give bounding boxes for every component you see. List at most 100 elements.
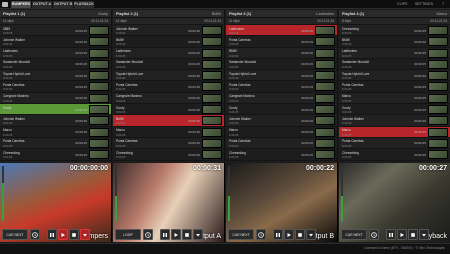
clip-row[interactable]: Punta Carretas 0:00:25 00:00:25 xyxy=(339,137,450,150)
clip-duration: 0:00:25 xyxy=(342,98,352,103)
clock-button[interactable] xyxy=(256,229,266,240)
clip-row[interactable]: Johnnie Walker 0:00:30 00:00:30 xyxy=(113,25,224,37)
pause-button[interactable] xyxy=(386,229,396,240)
settings-menu[interactable]: SETTINGS xyxy=(415,1,433,8)
clip-length: 00:00:30 xyxy=(188,73,200,78)
clip-row[interactable]: Ladbrokes 0:00:25 00:00:25 xyxy=(113,47,224,59)
audio-meter xyxy=(115,166,117,221)
clock-button[interactable] xyxy=(143,229,153,240)
clip-row[interactable]: Toyota Hybrid Love 0:00:30 00:00:30 xyxy=(339,70,450,82)
stop-button[interactable] xyxy=(295,229,305,240)
clip-row[interactable]: Johnnie Walker 0:00:30 00:00:30 xyxy=(0,115,111,127)
clip-row[interactable]: Cheeseking 0:00:25 00:00:25 xyxy=(339,149,450,161)
help-icon[interactable]: ? xyxy=(442,1,444,8)
clip-name: Toyota Hybrid Love xyxy=(342,71,370,76)
playlist-total-duration: 00:11:21:24 xyxy=(204,19,221,23)
clip-row[interactable]: 0889 0:00:25 00:00:25 xyxy=(0,25,111,37)
clip-row[interactable]: Cheeseking 0:00:25 00:00:25 xyxy=(113,149,224,161)
clip-row[interactable]: Punta Carretas 0:00:25 00:00:25 xyxy=(113,81,224,93)
play-button[interactable] xyxy=(171,229,181,240)
clip-row[interactable]: Johnnie Walker 0:00:30 00:00:30 xyxy=(339,115,450,127)
stop-button[interactable] xyxy=(182,229,192,240)
clip-row[interactable]: Santander Moodoit 0:00:25 00:00:25 xyxy=(113,58,224,71)
clip-row[interactable]: Punta Carretas 0:00:25 00:00:25 xyxy=(339,81,450,93)
clip-row[interactable]: Carignole Maximo 0:00:25 00:00:25 xyxy=(113,92,224,105)
play-button[interactable] xyxy=(284,229,294,240)
clock-button[interactable] xyxy=(369,229,379,240)
play-button[interactable] xyxy=(397,229,407,240)
clips-menu[interactable]: CLIPS xyxy=(397,1,407,8)
clip-row[interactable]: Ladbrokes 0:00:25 00:00:25 xyxy=(226,25,337,37)
clip-row[interactable]: Ladbrokes 0:00:25 00:00:25 xyxy=(0,47,111,59)
tab-bumpers[interactable]: BUMPERS xyxy=(11,1,31,8)
tab-output-a[interactable]: OUTPUT A xyxy=(32,1,52,8)
chevron-down-button[interactable] xyxy=(419,229,429,240)
clip-row[interactable]: Cheeseking 0:00:25 00:00:25 xyxy=(226,149,337,161)
stop-button[interactable] xyxy=(69,229,79,240)
tab-output-b[interactable]: OUTPUT B xyxy=(53,1,73,8)
pause-button[interactable] xyxy=(47,229,57,240)
clip-duration: 0:00:25 xyxy=(229,143,239,148)
clip-length: 00:00:25 xyxy=(301,152,313,157)
chevron-down-button[interactable] xyxy=(306,229,316,240)
pause-icon xyxy=(50,232,54,237)
clip-row[interactable]: Marco 0:00:25 00:00:25 xyxy=(0,126,111,138)
clip-row[interactable]: Cheeseking 0:00:25 00:00:25 xyxy=(339,25,450,37)
playlist-header: Playlist 1 (1) Goofy xyxy=(0,10,111,18)
clip-row[interactable]: Marco 0:00:25 00:00:25 xyxy=(339,126,450,138)
clip-length: 00:00:25 xyxy=(301,84,313,89)
clip-row[interactable]: Cheeseking 0:00:25 00:00:25 xyxy=(0,149,111,161)
clip-row[interactable]: Santander Moodoit 0:00:25 00:00:25 xyxy=(339,58,450,71)
stop-button[interactable] xyxy=(408,229,418,240)
clock-button[interactable] xyxy=(30,229,40,240)
clip-row[interactable]: Goofy 0:00:25 00:00:25 xyxy=(113,104,224,116)
cue-next-button[interactable]: CUE NEXT xyxy=(2,229,28,240)
clip-row[interactable]: Santander Moodoit 0:00:25 00:00:25 xyxy=(226,58,337,71)
clip-row[interactable]: BMW 0:00:30 00:00:30 xyxy=(226,47,337,59)
clip-name: Santander Moodoit xyxy=(229,60,256,65)
clip-row[interactable]: Toyota Hybrid Love 0:00:30 00:00:30 xyxy=(0,70,111,82)
clip-name: Goofy xyxy=(3,105,12,110)
clock-icon xyxy=(32,231,38,238)
cue-next-button[interactable]: CUE NEXT xyxy=(341,229,367,240)
clip-row[interactable]: Carignole Maximo 0:00:25 00:00:25 xyxy=(0,92,111,105)
clip-row[interactable]: Johnnie Walker 0:00:30 00:00:30 xyxy=(0,36,111,48)
chevron-down-button[interactable] xyxy=(193,229,203,240)
clip-row[interactable]: Toyota Hybrid Love 0:00:30 00:00:30 xyxy=(113,70,224,82)
play-button[interactable] xyxy=(58,229,68,240)
clip-row[interactable]: Toyota Hybrid Love 0:00:30 00:00:30 xyxy=(226,70,337,82)
clip-row[interactable]: Ladbrokes 0:00:25 00:00:25 xyxy=(339,47,450,59)
clip-row[interactable]: BMW 0:00:30 00:00:30 xyxy=(339,36,450,48)
clip-row[interactable]: Punta Carretas 0:00:25 00:00:25 xyxy=(0,81,111,93)
cue-next-button[interactable]: LOOP xyxy=(115,229,141,240)
clip-row[interactable]: Punta Carretas 0:00:25 00:00:25 xyxy=(226,81,337,93)
clip-row[interactable]: Goofy 0:00:25 00:00:25 xyxy=(0,104,111,116)
clip-length: 00:00:30 xyxy=(75,118,87,123)
tab-playback[interactable]: PLAYBACK xyxy=(74,1,94,8)
clip-row[interactable]: Punta Carretas 0:00:25 00:00:25 xyxy=(0,137,111,150)
cue-next-button[interactable]: CUE NEXT xyxy=(228,229,254,240)
clip-row[interactable]: Punta Carretas 0:00:25 00:00:25 xyxy=(226,137,337,150)
pause-button[interactable] xyxy=(160,229,170,240)
clip-length: 00:00:25 xyxy=(414,84,426,89)
clip-count: 11 clips xyxy=(116,19,127,23)
chevron-down-button[interactable] xyxy=(80,229,90,240)
clip-row[interactable]: BMW 0:00:30 00:00:30 xyxy=(113,115,224,127)
clip-length: 00:00:30 xyxy=(75,73,87,78)
clip-row[interactable]: Marco 0:00:25 00:00:25 xyxy=(226,126,337,138)
clip-row[interactable]: Santander Moodoit 0:00:25 00:00:25 xyxy=(0,58,111,71)
clip-row[interactable]: Goofy 0:00:25 00:00:25 xyxy=(339,104,450,116)
pause-button[interactable] xyxy=(273,229,283,240)
clip-row[interactable]: Goofy 0:00:25 00:00:25 xyxy=(226,104,337,116)
timecode: 00:00:00:00 xyxy=(69,165,108,172)
playlist-title: Playlist 2 (1) xyxy=(116,12,139,16)
clip-row[interactable]: Marco 0:00:25 00:00:25 xyxy=(113,126,224,138)
clip-row[interactable]: Johnnie Walker 0:00:30 00:00:30 xyxy=(226,115,337,127)
clip-length: 00:00:25 xyxy=(301,96,313,101)
clip-length: 00:00:25 xyxy=(188,84,200,89)
clip-row[interactable]: Marco 0:00:25 00:00:25 xyxy=(339,92,450,105)
clip-row[interactable]: Punta Carretas 0:00:25 00:00:25 xyxy=(226,36,337,48)
clip-row[interactable]: Punta Carretas 0:00:25 00:00:25 xyxy=(113,137,224,150)
clip-row[interactable]: BMW 0:00:30 00:00:30 xyxy=(113,36,224,48)
clip-row[interactable]: Carignole Maximo 0:00:25 00:00:25 xyxy=(226,92,337,105)
